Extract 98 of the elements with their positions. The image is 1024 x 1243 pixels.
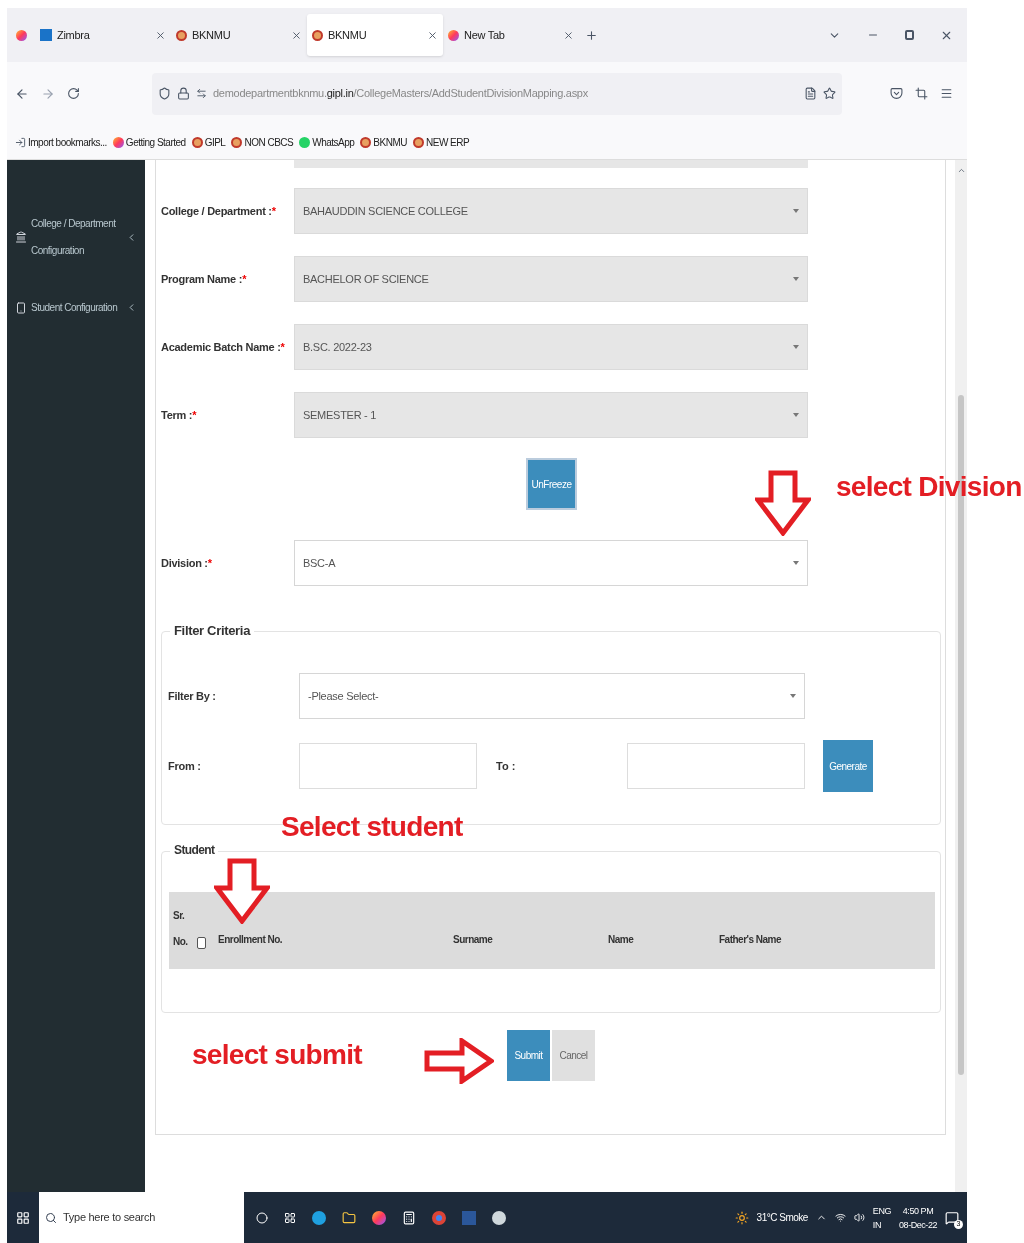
field-label: Filter By : [168,688,217,704]
permissions-icon [196,88,207,99]
select-field[interactable] [294,160,808,168]
submit-button[interactable]: Submit [507,1030,550,1081]
scroll-up-icon[interactable] [956,166,966,175]
volume-icon[interactable] [853,1212,865,1223]
emblem-icon [176,29,187,41]
shield-icon [158,87,171,100]
firefox-icon [112,136,124,148]
select-all-checkbox[interactable] [196,937,206,949]
sidebar-item[interactable]: Student Configuration [7,294,145,321]
windows-start-icon[interactable] [16,1210,30,1225]
network-icon[interactable] [834,1212,846,1223]
annotation-arrow [424,1038,494,1084]
emblem-icon [413,136,424,148]
annotation-arrow [755,470,811,536]
back-icon[interactable] [15,86,29,101]
column-header: Enrollment No. [217,933,284,947]
search-icon [45,1211,57,1224]
dropdown-caret-icon [790,694,796,698]
browser-tab[interactable]: Zimbra [35,14,171,56]
pocket-icon[interactable] [890,87,903,100]
whatsapp-icon [299,136,311,148]
dropdown-caret-icon [793,277,799,281]
cortana-icon[interactable] [256,1211,268,1224]
bookmark-item[interactable]: Getting Started [112,134,186,150]
weather-text[interactable]: 31°C Smoke [756,1210,808,1225]
reader-view-icon[interactable] [804,87,817,100]
cancel-button[interactable]: Cancel [552,1030,595,1081]
close-icon[interactable] [291,29,302,41]
bookmark-item[interactable]: NON CBCS [231,134,294,150]
generate-button[interactable]: Generate [823,740,873,792]
region-text[interactable]: IN [872,1217,891,1232]
lock-icon [177,87,190,100]
firefox-icon [448,29,459,41]
annotation-text: select submit [192,1038,362,1072]
clock-time[interactable]: 4:50 PM [902,1203,934,1218]
field-label: From : [168,758,202,774]
unfreeze-button[interactable]: UnFreeze [526,458,577,510]
emblem-icon [312,29,323,41]
folder-icon[interactable] [342,1210,356,1225]
emblem-icon [231,136,243,148]
taskbar-search-field[interactable]: Type here to search [39,1192,244,1243]
import-icon [15,136,26,148]
bookmark-item[interactable]: NEW ERP [413,134,470,150]
bookmark-item[interactable]: Import bookmarks... [15,134,107,150]
sidebar-item[interactable]: College / Department Configuration [7,210,145,264]
firefox-icon [15,29,27,41]
dropdown-caret-icon [793,345,799,349]
firefox-icon[interactable] [372,1210,386,1225]
calculator-icon[interactable] [402,1210,416,1225]
close-icon[interactable] [563,29,574,41]
field-label: College / Department :* [161,203,277,219]
clock-date[interactable]: 08-Dec-22 [899,1217,937,1232]
browser-tab[interactable]: New Tab [443,14,579,56]
annotation-text: select Division [836,470,1022,504]
bookmark-item[interactable]: BKNMU [360,134,407,150]
dropdown-caret-icon [793,209,799,213]
close-icon[interactable] [427,29,438,41]
bookmark-star-icon[interactable] [823,87,836,100]
notifications-icon[interactable] [945,1210,959,1225]
emblem-icon [191,136,203,148]
field-label: Academic Batch Name :* [161,339,286,355]
emblem-icon [360,136,372,148]
annotation-text: Select student [281,810,463,844]
field-label: To : [495,758,517,774]
dropdown-caret-icon [793,561,799,565]
reload-icon[interactable] [67,87,80,100]
dropdown-caret-icon [793,413,799,417]
zimbra-icon [40,29,52,41]
browser-tab[interactable]: BKNMU [307,14,443,56]
browser-tab[interactable]: BKNMU [171,14,307,56]
input-field[interactable] [627,743,805,789]
bookmark-item[interactable]: GIPL [191,134,226,150]
restore-icon[interactable] [905,30,914,40]
field-label: Program Name :* [161,271,248,287]
phone-icon [15,301,27,314]
new-tab-icon[interactable] [585,28,598,42]
field-label: Division :* [161,555,213,571]
language-text[interactable]: ENG [872,1203,891,1218]
select-field[interactable]: -Please Select- [299,673,805,719]
close-icon[interactable] [155,29,166,41]
weather-icon [734,1210,749,1225]
annotation-arrow [214,858,270,924]
select-field[interactable]: BSC-A [294,540,808,586]
field-label: Term :* [161,407,198,423]
task-view-icon[interactable] [284,1211,296,1224]
building-icon [15,231,27,243]
column-header: Father's Name [718,933,782,947]
bookmark-item[interactable]: WhatsApp [299,134,355,150]
crop-icon[interactable] [915,87,928,100]
column-header: Surname [452,933,494,947]
column-header: Name [607,933,635,947]
chrome-icon[interactable] [432,1210,446,1225]
address-bar[interactable]: demodepartmentbknmu.gipl.in/CollegeMasters/AddStudentDivisionMapping.aspx [152,72,842,115]
input-field[interactable] [299,743,477,789]
menu-icon[interactable] [940,87,953,100]
column-header: Sr. No. [172,909,189,949]
